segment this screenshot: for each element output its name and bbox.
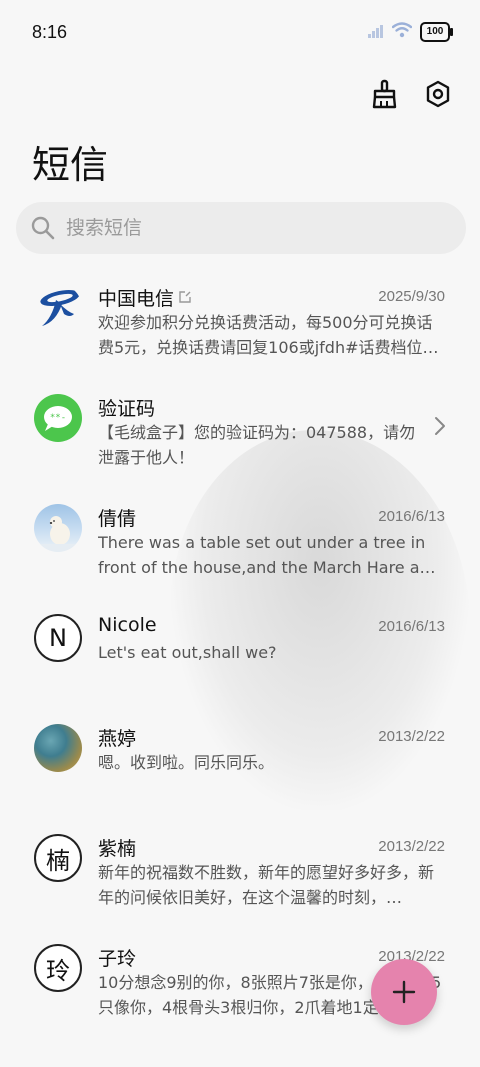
message-preview: There was a table set out under a tree i… (98, 533, 440, 577)
polar-bear-avatar (34, 504, 82, 552)
letter-avatar: N (34, 614, 82, 662)
message-preview: 新年的祝福数不胜数，新年的愿望好多好多，新年的问候依旧美好，在这个温馨的时刻，… (98, 863, 435, 907)
message-preview: 【毛绒盒子】您的验证码为：047588，请勿泄露于他人！ (98, 423, 416, 467)
new-message-button[interactable] (371, 959, 437, 1025)
message-list: 中国电信 2025/9/30 欢迎参加积分兑换话费活动，每500分可兑换话费5元… (0, 270, 480, 1040)
battery-icon: 100 (420, 22, 453, 42)
message-date: 2025/9/30 (378, 288, 445, 305)
message-date: 2013/2/22 (378, 838, 445, 855)
sender-name: 倩倩 (98, 508, 137, 530)
sender-name: 中国电信 (98, 284, 192, 311)
letter-avatar: 楠 (34, 834, 82, 882)
top-actions (368, 76, 454, 112)
message-preview: 嗯。收到啦。同乐同乐。 (98, 753, 275, 772)
page-title: 短信 (32, 143, 109, 187)
letter-avatar: 玲 (34, 944, 82, 992)
sender-name: 子玲 (98, 948, 137, 970)
status-icons: 100 (368, 22, 453, 42)
status-time: 8:16 (32, 22, 68, 42)
plus-icon (392, 980, 416, 1004)
message-date: 2013/2/22 (378, 728, 445, 745)
message-row-nicole[interactable]: N Nicole 2016/6/13 Let's eat out,shall w… (0, 600, 480, 710)
message-row-zinan[interactable]: 楠 紫楠 2013/2/22 新年的祝福数不胜数，新年的愿望好多好多，新年的问候… (0, 820, 480, 930)
message-preview: 欢迎参加积分兑换话费活动，每500分可兑换话费5元，兑换话费请回复106或jfd… (98, 313, 439, 357)
search-bar[interactable] (16, 202, 466, 254)
sender-name: 验证码 (98, 398, 156, 420)
message-date: 2016/6/13 (378, 508, 445, 525)
message-row-qianqian[interactable]: 倩倩 2016/6/13 There was a table set out u… (0, 490, 480, 600)
external-link-icon (178, 287, 192, 309)
sender-name: 紫楠 (98, 838, 137, 860)
settings-button[interactable] (422, 76, 454, 112)
search-input[interactable] (64, 216, 448, 240)
chevron-right-icon[interactable] (434, 416, 446, 440)
gear-icon (426, 80, 450, 108)
landscape-avatar (34, 724, 82, 772)
message-row-verification-code[interactable]: **- 验证码 【毛绒盒子】您的验证码为：047588，请勿泄露于他人！ (0, 380, 480, 490)
chat-bubble-icon: **- (34, 394, 82, 442)
signal-icon (368, 23, 384, 42)
message-preview: Let's eat out,shall we? (98, 643, 277, 662)
message-date: 2016/6/13 (378, 618, 445, 635)
sender-name: Nicole (98, 614, 157, 636)
status-bar: 8:16 100 (0, 0, 480, 64)
svg-text:**-: **- (50, 413, 66, 423)
message-row-china-telecom[interactable]: 中国电信 2025/9/30 欢迎参加积分兑换话费活动，每500分可兑换话费5元… (0, 270, 480, 380)
message-row-yanting[interactable]: 燕婷 2013/2/22 嗯。收到啦。同乐同乐。 (0, 710, 480, 820)
sender-name: 燕婷 (98, 728, 137, 750)
search-icon (30, 215, 56, 241)
telecom-logo-icon (34, 284, 82, 332)
clean-button[interactable] (368, 76, 400, 112)
broom-icon (372, 79, 397, 109)
wifi-icon (391, 22, 413, 42)
